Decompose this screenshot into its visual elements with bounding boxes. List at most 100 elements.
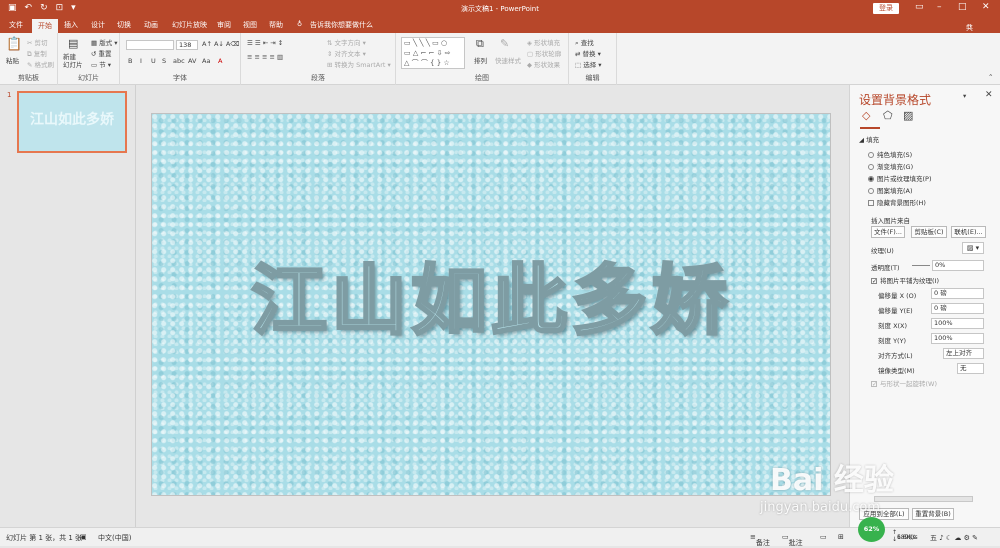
format-painter-button[interactable]: ✎ 格式刷 [27, 59, 54, 69]
font-color-button[interactable]: A [218, 57, 222, 65]
font-group: 138 A↑ A↓ A⌫ B I U S abc AV Aa A 字体 [120, 33, 241, 85]
shapes-gallery[interactable]: ▭ ╲ ╲ ╲ ▭ ○ ▭ △ ⌐ ⌐ ⇩ ⇨ △ ⌒ ⌒ { } ☆ [401, 37, 465, 69]
paste-icon[interactable]: 📋 [6, 37, 22, 52]
tab-insert[interactable]: 插入 [64, 20, 78, 30]
transparency-input[interactable]: 0% [932, 260, 984, 271]
increase-font-icon[interactable]: A↑ A↓ A⌫ [202, 40, 240, 48]
tray-icons[interactable]: 五 ♪ ☾ ☁ ⚙ ✎ [930, 533, 978, 543]
smartart-button[interactable]: ⊞ 转换为 SmartArt ▾ [327, 59, 391, 69]
language-indicator[interactable]: 中文(中国) [98, 533, 131, 543]
rotate-with-shape-checkbox[interactable]: ✓ 与形状一起旋转(W) [871, 378, 937, 388]
collapse-ribbon-icon[interactable]: ⌃ [988, 73, 993, 81]
tab-file[interactable]: 文件 [9, 20, 23, 30]
scale-y-input[interactable]: 100% [931, 333, 984, 344]
window-title: 演示文稿1 - PowerPoint [461, 5, 539, 13]
new-slide-button[interactable]: 新建 幻灯片 [63, 53, 83, 69]
align-text-button[interactable]: ⇕ 对齐文本 ▾ [327, 48, 366, 58]
reset-background-button[interactable]: 重置背景(B) [912, 508, 954, 520]
clipboard-button[interactable]: 剪贴板(C) [911, 226, 947, 238]
shape-fill-button[interactable]: ◈ 形状填充 [527, 37, 560, 47]
spellcheck-icon[interactable]: ▣ [80, 533, 87, 541]
underline-button[interactable]: U [151, 57, 156, 65]
active-tab-indicator [860, 127, 880, 129]
pane-options-icon[interactable]: ▾ [963, 92, 966, 100]
arrange-button[interactable]: 排列 [474, 55, 487, 65]
texture-picker[interactable]: ▨ ▾ [962, 242, 984, 254]
bold-button[interactable]: B [128, 57, 132, 65]
offset-x-label: 偏移量 X (O) [878, 292, 917, 300]
fill-section-header[interactable]: ◢ 填充 [859, 134, 879, 144]
select-button[interactable]: ⬚ 选择 ▾ [575, 59, 602, 69]
shape-effects-button[interactable]: ◆ 形状效果 [527, 59, 560, 69]
tab-transitions[interactable]: 切换 [117, 20, 131, 30]
copy-button[interactable]: ⧉ 复制 [27, 48, 47, 59]
hide-bg-graphics-checkbox[interactable]: 隐藏背景图形(H) [868, 197, 926, 207]
tab-slideshow[interactable]: 幻灯片放映 [172, 20, 207, 30]
pane-close-icon[interactable]: ✕ [985, 90, 993, 100]
quick-styles-button[interactable]: 快速样式 [495, 55, 521, 65]
alignment-select[interactable]: 左上对齐 [943, 348, 984, 359]
fill-icon[interactable]: ◇ [862, 109, 870, 122]
picture-texture-fill-option[interactable]: 图片或纹理填充(P) [868, 173, 932, 183]
lightbulb-icon: ♁ [297, 20, 303, 28]
tab-design[interactable]: 设计 [91, 20, 105, 30]
close-icon[interactable]: ✕ [982, 2, 990, 12]
picture-icon[interactable]: ▨ [903, 109, 913, 122]
change-case-button[interactable]: Aa [202, 57, 210, 65]
offset-x-input[interactable]: 0 磅 [931, 288, 984, 299]
reset-button[interactable]: ↺ 重置 [91, 48, 112, 58]
effects-icon[interactable]: ⬠ [883, 109, 893, 122]
slide-count: 幻灯片 第 1 张，共 1 张 [6, 534, 83, 542]
tab-home[interactable]: 开始 [32, 19, 58, 33]
slides-group-label: 幻灯片 [78, 74, 99, 82]
font-size-input[interactable]: 138 [176, 40, 198, 50]
scale-x-input[interactable]: 100% [931, 318, 984, 329]
online-button[interactable]: 联机(E)... [951, 226, 986, 238]
italic-button[interactable]: I [140, 57, 142, 65]
tab-help[interactable]: 帮助 [269, 20, 283, 30]
maximize-icon[interactable]: □ [958, 2, 967, 12]
sorter-view-icon[interactable]: ⊞ [838, 533, 844, 541]
shadow-button[interactable]: S [162, 57, 166, 65]
file-button[interactable]: 文件(F)... [871, 226, 905, 238]
drawing-group-label: 绘图 [475, 74, 489, 82]
replace-button[interactable]: ⇄ 替换 ▾ [575, 48, 601, 58]
comments-button[interactable]: ▭ 批注 [782, 533, 803, 547]
new-slide-icon[interactable]: ▤ [68, 37, 78, 50]
pattern-fill-option[interactable]: 图案填充(A) [868, 185, 913, 195]
tab-animations[interactable]: 动画 [144, 20, 158, 30]
find-button[interactable]: ⌕ 查找 [575, 37, 594, 48]
font-name-input[interactable] [126, 40, 174, 50]
section-button[interactable]: ▭ 节 ▾ [91, 59, 111, 69]
transparency-slider[interactable] [912, 265, 930, 266]
paste-button[interactable]: 粘贴 [6, 55, 19, 65]
tab-review[interactable]: 审阅 [217, 20, 231, 30]
tell-me-search[interactable]: 告诉我你想要做什么 [310, 20, 373, 30]
strikethrough-button[interactable]: abc [173, 57, 185, 65]
cut-button[interactable]: ✂ 剪切 [27, 37, 48, 47]
tab-view[interactable]: 视图 [243, 20, 257, 30]
slide-canvas[interactable]: 江山如此多娇 [151, 113, 831, 496]
tile-texture-checkbox[interactable]: ✓ 将图片平铺为纹理(I) [871, 275, 939, 285]
slide-title-text[interactable]: 江山如此多娇 [152, 239, 830, 349]
gradient-fill-option[interactable]: 渐变填充(G) [868, 161, 913, 171]
bullets-icon[interactable]: ☰ ☰ ⇤ ⇥ ↕ [247, 39, 283, 47]
text-direction-button[interactable]: ⇅ 文字方向 ▾ [327, 37, 366, 47]
slide-thumbnail[interactable]: 江山如此多娇 [17, 91, 127, 153]
ribbon-display-icon[interactable]: ▭ [915, 2, 924, 12]
align-icons[interactable]: ≡ ≡ ≡ ≡ ▥ [247, 53, 283, 61]
mirror-type-select[interactable]: 无 [957, 363, 984, 374]
login-button[interactable]: 登录 [873, 3, 899, 14]
solid-fill-option[interactable]: 纯色填充(S) [868, 149, 912, 159]
title-bar: ▣ ↶ ↻ ⊡ ▾ 演示文稿1 - PowerPoint 登录 ▭ – □ ✕ [0, 0, 1000, 17]
offset-y-input[interactable]: 0 磅 [931, 303, 984, 314]
network-monitor-badge[interactable]: 62% [858, 517, 885, 542]
minimize-icon[interactable]: – [937, 2, 942, 12]
notes-button[interactable]: ≡ 备注 [750, 533, 770, 547]
quick-styles-icon[interactable]: ✎ [500, 37, 509, 50]
shape-outline-button[interactable]: ▢ 形状轮廓 [527, 48, 561, 58]
arrange-icon[interactable]: ⧉ [476, 37, 484, 51]
normal-view-icon[interactable]: ▭ [820, 533, 827, 541]
char-spacing-button[interactable]: AV [188, 57, 196, 65]
layout-button[interactable]: ▦ 版式 ▾ [91, 37, 118, 47]
